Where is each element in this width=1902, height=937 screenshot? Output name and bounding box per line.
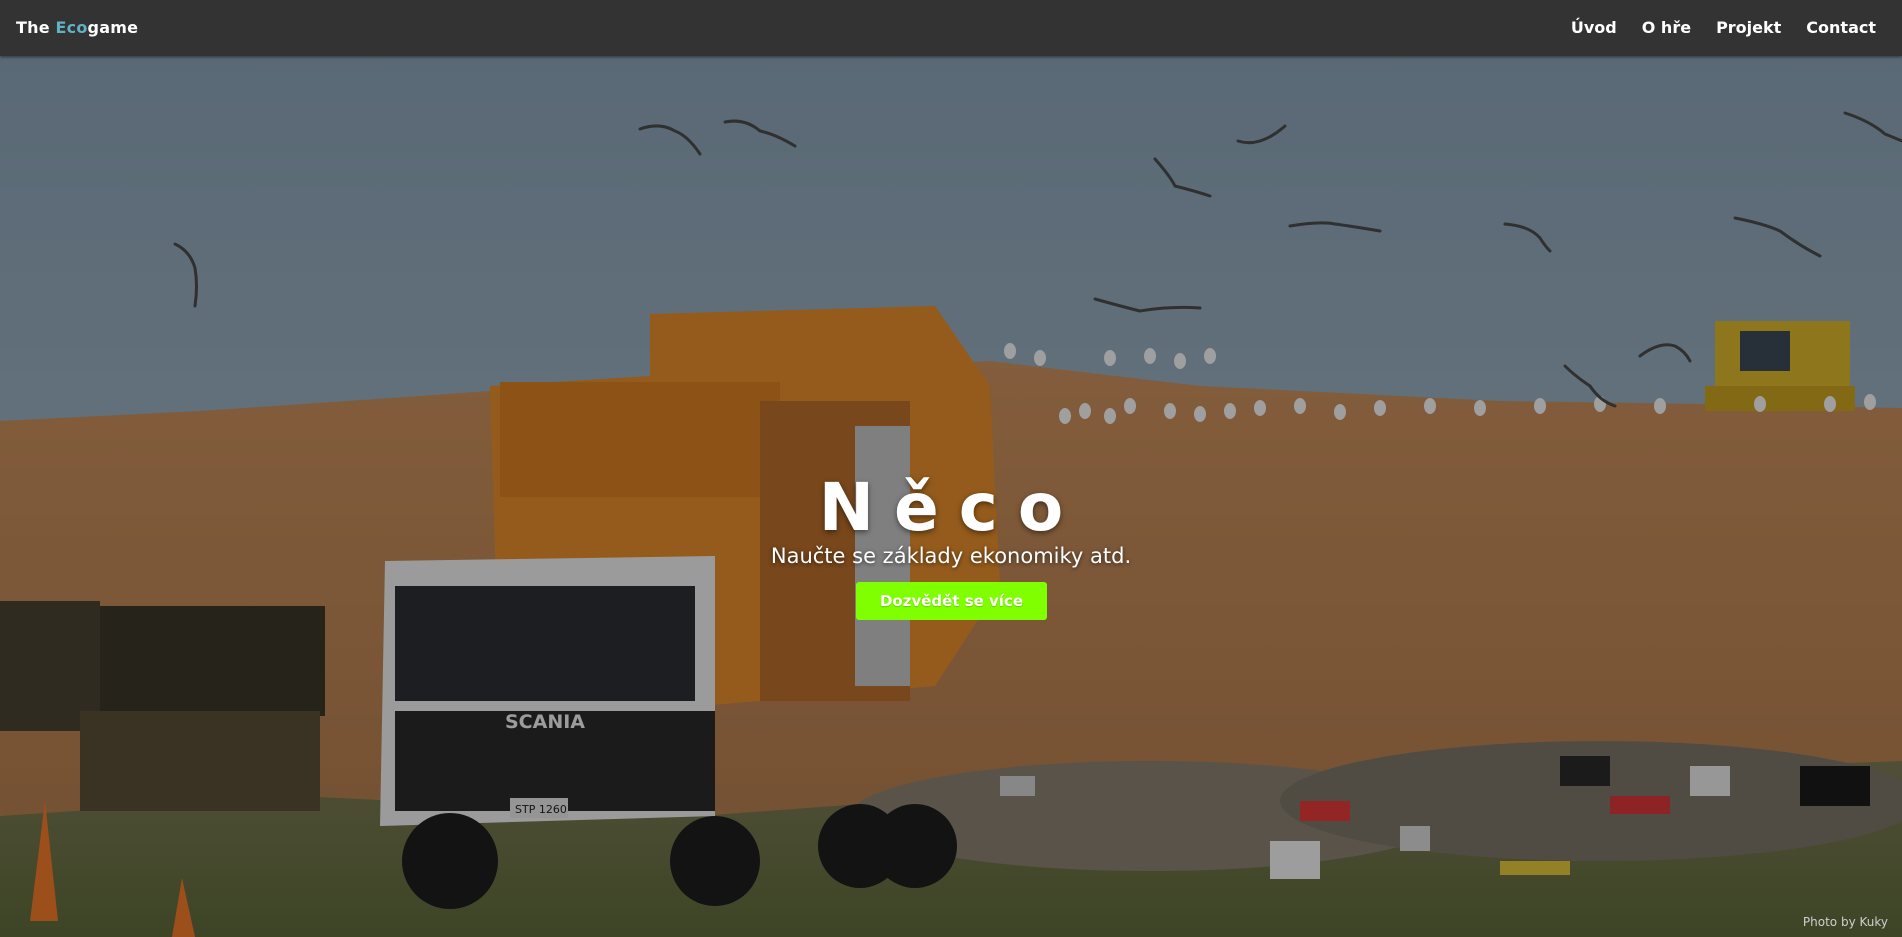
- nav-link-projekt[interactable]: Projekt: [1716, 18, 1781, 37]
- nav-link-uvod[interactable]: Úvod: [1571, 18, 1617, 37]
- nav-links: Úvod O hře Projekt Contact: [1571, 18, 1876, 37]
- hero-section: SCANIA STP 1260 Něco Naučte se základy e…: [0, 56, 1902, 937]
- learn-more-button[interactable]: Dozvědět se více: [856, 582, 1047, 620]
- navbar: The Ecogame Úvod O hře Projekt Contact: [0, 0, 1902, 56]
- hero-title: Něco: [818, 469, 1084, 547]
- hero-subtitle: Naučte se základy ekonomiky atd.: [770, 544, 1132, 568]
- nav-link-o-hre[interactable]: O hře: [1642, 18, 1691, 37]
- nav-link-contact[interactable]: Contact: [1806, 18, 1876, 37]
- brand-logo[interactable]: The Ecogame: [16, 18, 138, 37]
- brand-suffix: game: [87, 18, 139, 37]
- brand-prefix: The: [16, 18, 56, 37]
- photo-credit: Photo by Kuky: [1802, 915, 1888, 929]
- brand-highlight: Eco: [55, 18, 88, 37]
